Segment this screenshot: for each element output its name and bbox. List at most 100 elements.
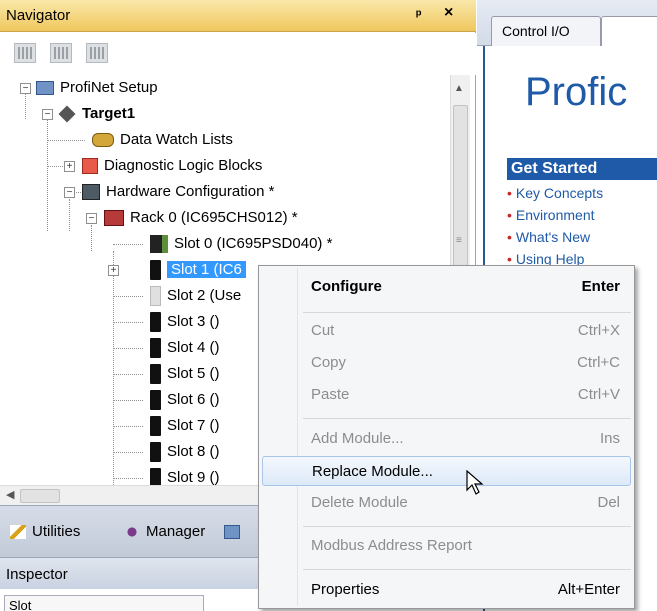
collapse-toggle-rack[interactable]: − xyxy=(86,213,97,224)
menu-item-replace-module[interactable]: Replace Module... xyxy=(262,456,631,486)
close-icon[interactable]: × xyxy=(444,4,453,22)
tree-item-label: Hardware Configuration * xyxy=(106,183,275,200)
module-icon xyxy=(150,416,161,437)
context-menu: Configure Enter Cut Ctrl+X Copy Ctrl+C P… xyxy=(258,265,635,609)
menu-item-copy[interactable]: Copy Ctrl+C xyxy=(259,348,634,378)
get-started-heading: Get Started xyxy=(507,158,657,180)
menu-item-properties[interactable]: Properties Alt+Enter xyxy=(259,575,634,605)
collapse-toggle-profinet[interactable]: − xyxy=(20,83,31,94)
tree-item-slot-8[interactable]: Slot 8 () xyxy=(150,439,220,465)
link-key-concepts[interactable]: • Key Concepts xyxy=(507,182,603,204)
menu-separator xyxy=(303,526,631,527)
tab-active-document[interactable] xyxy=(601,16,657,46)
menu-item-shortcut: Enter xyxy=(581,278,620,295)
navigator-toolbar xyxy=(0,33,476,75)
collapse-toggle-hardware[interactable]: − xyxy=(64,187,75,198)
menu-item-label: Replace Module... xyxy=(312,463,433,480)
menu-item-paste[interactable]: Paste Ctrl+V xyxy=(259,380,634,410)
menu-item-modbus-address-report[interactable]: Modbus Address Report xyxy=(259,531,634,561)
horizontal-scroll-thumb[interactable] xyxy=(20,489,60,503)
collapse-toggle-target1[interactable]: − xyxy=(42,109,53,120)
tab-label: Manager xyxy=(146,523,206,540)
tree-item-label: Slot 3 () xyxy=(167,313,220,330)
tree-item-target1[interactable]: Target1 xyxy=(58,101,135,127)
navigator-header: Navigator ᵖ × xyxy=(0,0,476,32)
hardware-config-icon xyxy=(82,184,100,201)
menu-item-shortcut: Ins xyxy=(599,430,620,447)
pin-icon[interactable]: ᵖ xyxy=(416,6,421,22)
module-icon xyxy=(150,338,161,359)
scroll-up-icon[interactable]: ▲ xyxy=(454,83,464,94)
diagnostic-blocks-icon xyxy=(82,158,98,175)
rack-icon xyxy=(104,210,124,227)
tab-project[interactable] xyxy=(224,520,246,544)
menu-item-label: Add Module... xyxy=(311,430,404,447)
tab-label: Utilities xyxy=(32,523,81,540)
tree-item-slot-6[interactable]: Slot 6 () xyxy=(150,387,220,413)
tab-manager[interactable]: Manager xyxy=(124,520,205,544)
utilities-icon xyxy=(10,525,26,540)
tree-item-label: Slot 7 () xyxy=(167,417,220,434)
toolbar-button-3[interactable] xyxy=(86,43,108,63)
module-icon xyxy=(150,260,161,281)
view-icon xyxy=(90,47,104,59)
link-environment[interactable]: • Environment xyxy=(507,204,603,226)
tree-item-slot-7[interactable]: Slot 7 () xyxy=(150,413,220,439)
tree-item-slot-1[interactable]: Slot 1 (IC6 xyxy=(150,257,246,283)
menu-item-cut[interactable]: Cut Ctrl+X xyxy=(259,316,634,346)
link-label: What's New xyxy=(515,229,591,245)
target-icon xyxy=(58,105,76,123)
scroll-left-icon[interactable]: ◀ xyxy=(6,488,14,501)
tree-item-label: Slot 6 () xyxy=(167,391,220,408)
menu-item-configure[interactable]: Configure Enter xyxy=(259,272,634,302)
menu-item-label: Paste xyxy=(311,386,350,403)
manager-icon xyxy=(124,525,140,540)
tree-item-slot-0[interactable]: Slot 0 (IC695PSD040) * xyxy=(150,231,332,257)
tree-item-label: Rack 0 (IC695CHS012) * xyxy=(130,209,298,226)
module-icon xyxy=(150,390,161,411)
toolbar-button-2[interactable] xyxy=(50,43,72,63)
tree-item-slot-5[interactable]: Slot 5 () xyxy=(150,361,220,387)
tree-item-label: Slot 9 () xyxy=(167,469,220,485)
tree-item-label: Slot 5 () xyxy=(167,365,220,382)
link-whats-new[interactable]: • What's New xyxy=(507,226,603,248)
menu-separator xyxy=(303,569,631,570)
menu-item-shortcut: Alt+Enter xyxy=(557,581,620,598)
tree-item-slot-2[interactable]: Slot 2 (Use xyxy=(150,283,241,309)
bullet-icon: • xyxy=(507,207,512,223)
tree-item-data-watch-lists[interactable]: Data Watch Lists xyxy=(92,127,233,153)
toolbar-button-1[interactable] xyxy=(14,43,36,63)
tree-item-hardware-configuration[interactable]: Hardware Configuration * xyxy=(82,179,274,205)
menu-separator xyxy=(303,312,631,313)
tree-item-diagnostic-logic-blocks[interactable]: Diagnostic Logic Blocks xyxy=(82,153,262,179)
scroll-grip-icon: ≡ xyxy=(456,235,462,246)
menu-item-add-module[interactable]: Add Module... Ins xyxy=(259,424,634,454)
menu-item-shortcut: Ctrl+X xyxy=(577,322,620,339)
menu-separator xyxy=(303,418,631,419)
menu-item-delete-module[interactable]: Delete Module Del xyxy=(259,488,634,518)
tree-item-rack-0[interactable]: Rack 0 (IC695CHS012) * xyxy=(104,205,298,231)
power-supply-icon xyxy=(150,235,168,254)
tree-item-slot-9[interactable]: Slot 9 () xyxy=(150,465,220,485)
tab-control-io[interactable]: Control I/O xyxy=(491,16,601,46)
tree-item-label: ProfiNet Setup xyxy=(60,79,158,96)
tree-item-label: Diagnostic Logic Blocks xyxy=(104,157,263,174)
menu-item-shortcut: Del xyxy=(597,494,620,511)
expand-toggle-slot1[interactable]: + xyxy=(108,265,119,276)
link-label: Key Concepts xyxy=(515,185,604,201)
tab-utilities[interactable]: Utilities xyxy=(10,520,80,544)
tree-item-profinet-setup[interactable]: ProfiNet Setup xyxy=(36,75,158,101)
module-icon xyxy=(150,468,161,485)
tree-item-label: Target1 xyxy=(82,105,136,122)
project-icon xyxy=(224,525,240,540)
expand-toggle-diagnostic[interactable]: + xyxy=(64,161,75,172)
menu-item-label: Configure xyxy=(311,278,382,295)
menu-item-label: Copy xyxy=(311,354,347,371)
mouse-cursor-icon xyxy=(466,470,484,495)
tree-item-label: Slot 0 (IC695PSD040) * xyxy=(174,235,333,252)
tree-item-slot-3[interactable]: Slot 3 () xyxy=(150,309,220,335)
get-started-links: • Key Concepts • Environment • What's New •… xyxy=(507,182,603,270)
tree-item-label: Slot 2 (Use xyxy=(167,287,242,304)
module-icon xyxy=(150,364,161,385)
tree-item-slot-4[interactable]: Slot 4 () xyxy=(150,335,220,361)
